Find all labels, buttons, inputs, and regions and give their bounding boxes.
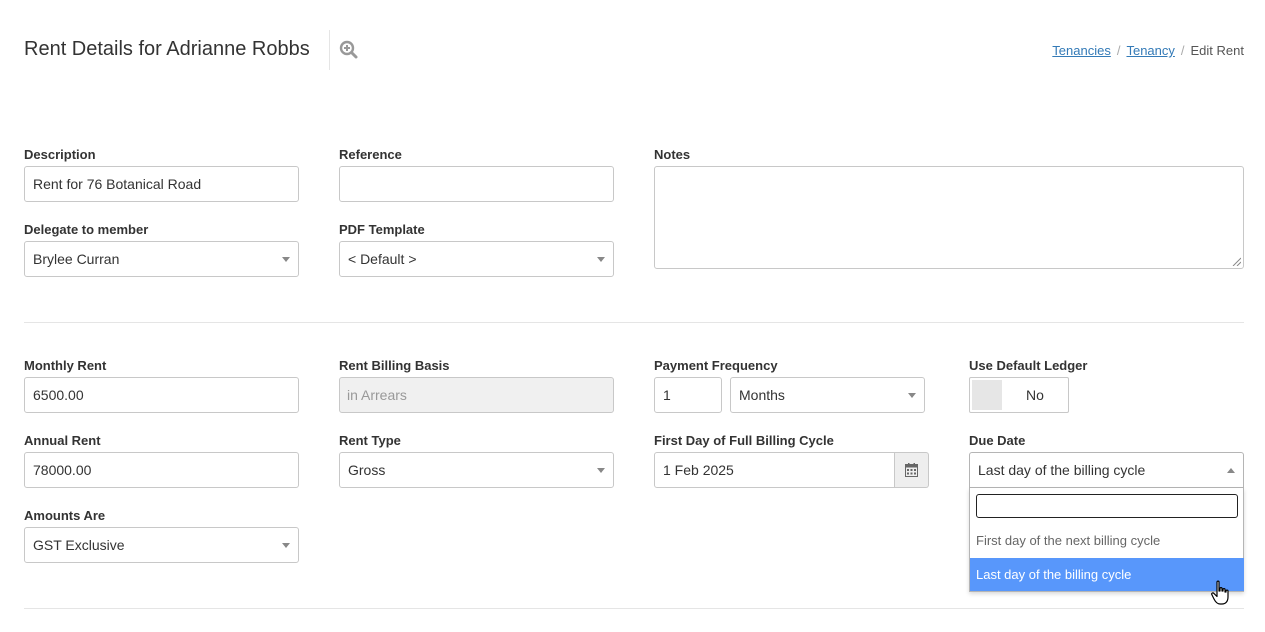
section-divider xyxy=(24,322,1244,323)
dropdown-search-input[interactable] xyxy=(976,494,1238,518)
pdf-template-label: PDF Template xyxy=(339,222,425,237)
pdf-template-value: < Default > xyxy=(348,251,417,267)
amounts-are-label: Amounts Are xyxy=(24,508,106,523)
chevron-down-icon xyxy=(282,543,290,548)
zoom-in-icon[interactable] xyxy=(339,40,359,60)
dropdown-option-selected[interactable]: Last day of the billing cycle xyxy=(970,558,1244,591)
description-label: Description xyxy=(24,147,96,162)
hand-cursor-icon xyxy=(1211,580,1229,605)
monthly-rent-label: Monthly Rent xyxy=(24,358,107,373)
due-date-value: Last day of the billing cycle xyxy=(978,462,1146,478)
notes-textarea[interactable] xyxy=(654,166,1244,269)
description-input[interactable]: Rent for 76 Botanical Road xyxy=(24,166,299,202)
page-title: Rent Details for Adrianne Robbs xyxy=(24,38,310,60)
billing-basis-input: in Arrears xyxy=(339,377,614,413)
pdf-template-select[interactable]: < Default > xyxy=(339,241,614,277)
chevron-down-icon xyxy=(908,393,916,398)
breadcrumb-separator: / xyxy=(1180,43,1185,58)
amounts-are-value: GST Exclusive xyxy=(33,537,125,553)
chevron-down-icon xyxy=(282,257,290,262)
due-date-label: Due Date xyxy=(969,433,1026,448)
delegate-value: Brylee Curran xyxy=(33,251,120,267)
chevron-up-icon xyxy=(1227,468,1235,473)
calendar-icon xyxy=(905,463,918,477)
monthly-rent-input[interactable]: 6500.00 xyxy=(24,377,299,413)
calendar-button[interactable] xyxy=(895,452,929,488)
annual-rent-input[interactable]: 78000.00 xyxy=(24,452,299,488)
default-ledger-label: Use Default Ledger xyxy=(969,358,1088,373)
default-ledger-toggle-text: No xyxy=(1026,387,1044,403)
rent-type-select[interactable]: Gross xyxy=(339,452,614,488)
first-day-input[interactable]: 1 Feb 2025 xyxy=(654,452,895,488)
payment-frequency-unit-value: Months xyxy=(739,387,785,403)
breadcrumb: Tenancies / Tenancy / Edit Rent xyxy=(1052,43,1244,58)
payment-frequency-count-input[interactable]: 1 xyxy=(654,377,722,413)
breadcrumb-current: Edit Rent xyxy=(1190,43,1244,58)
delegate-select[interactable]: Brylee Curran xyxy=(24,241,299,277)
default-ledger-toggle[interactable]: No xyxy=(969,377,1069,413)
reference-label: Reference xyxy=(339,147,402,162)
delegate-label: Delegate to member xyxy=(24,222,149,237)
breadcrumb-link-tenancies[interactable]: Tenancies xyxy=(1052,43,1111,58)
chevron-down-icon xyxy=(597,257,605,262)
payment-frequency-label: Payment Frequency xyxy=(654,358,778,373)
breadcrumb-link-tenancy[interactable]: Tenancy xyxy=(1126,43,1174,58)
billing-basis-label: Rent Billing Basis xyxy=(339,358,450,373)
due-date-select[interactable]: Last day of the billing cycle xyxy=(969,452,1244,488)
chevron-down-icon xyxy=(597,468,605,473)
reference-input[interactable] xyxy=(339,166,614,202)
title-divider xyxy=(329,30,330,70)
breadcrumb-separator: / xyxy=(1116,43,1121,58)
rent-type-value: Gross xyxy=(348,462,386,478)
resize-grip-icon[interactable] xyxy=(1231,256,1241,266)
section-divider xyxy=(24,608,1244,609)
toggle-knob xyxy=(972,380,1002,410)
due-date-dropdown: First day of the next billing cycle Last… xyxy=(969,488,1244,592)
rent-type-label: Rent Type xyxy=(339,433,401,448)
amounts-are-select[interactable]: GST Exclusive xyxy=(24,527,299,563)
first-day-label: First Day of Full Billing Cycle xyxy=(654,433,834,448)
annual-rent-label: Annual Rent xyxy=(24,433,101,448)
payment-frequency-unit-select[interactable]: Months xyxy=(730,377,925,413)
notes-label: Notes xyxy=(654,147,691,162)
dropdown-option[interactable]: First day of the next billing cycle xyxy=(970,524,1244,557)
